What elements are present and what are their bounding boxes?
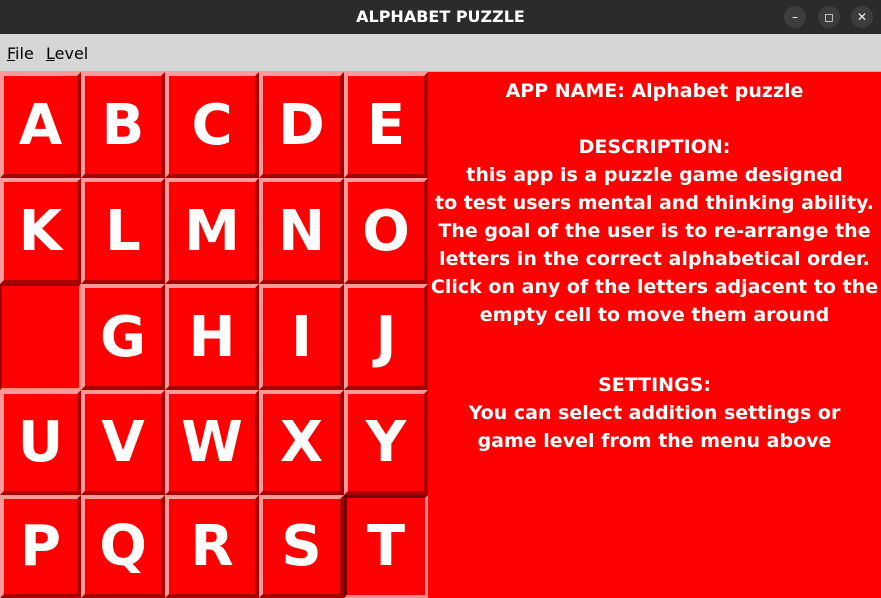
settings-line: You can select addition settings or [468,402,841,424]
tile-h[interactable]: H [165,284,259,390]
tile-l[interactable]: L [81,178,165,284]
tile-p[interactable]: P [0,495,81,598]
menu-level-label: evel [54,44,89,63]
app-name-text: APP NAME: Alphabet puzzle [505,80,804,102]
menu-file-label: ile [15,44,34,63]
settings-heading: SETTINGS: [598,374,711,396]
tile-a[interactable]: A [0,72,81,178]
tile-k[interactable]: K [0,178,81,284]
description-line: Click on any of the letters adjacent to … [430,276,879,298]
tile-s[interactable]: S [259,495,344,598]
description-line: letters in the correct alphabetical orde… [439,248,870,270]
tile-n[interactable]: N [259,178,344,284]
tile-y[interactable]: Y [344,390,428,495]
tile-x[interactable]: X [259,390,344,495]
description-line: empty cell to move them around [479,304,830,326]
minimize-button[interactable]: – [784,6,806,28]
menu-file[interactable]: File [7,34,34,72]
description-line: The goal of the user is to re-arrange th… [438,220,871,242]
tile-u[interactable]: U [0,390,81,495]
tile-e[interactable]: E [344,72,428,178]
description-line: to test users mental and thinking abilit… [435,192,874,214]
description-line: this app is a puzzle game designed [466,164,843,186]
tile-i[interactable]: I [259,284,344,390]
tile-q[interactable]: Q [81,495,165,598]
menu-level[interactable]: Level [46,34,88,72]
info-panel: APP NAME: Alphabet puzzle DESCRIPTION: t… [428,72,881,598]
menu-file-mnemonic: F [7,44,16,63]
tile-t[interactable]: T [344,495,428,598]
close-button[interactable]: ✕ [851,6,873,28]
tile-g[interactable]: G [81,284,165,390]
tile-j[interactable]: J [344,284,428,390]
tile-v[interactable]: V [81,390,165,495]
tile-c[interactable]: C [165,72,259,178]
tile-o[interactable]: O [344,178,428,284]
description-heading: DESCRIPTION: [578,136,731,158]
menu-level-mnemonic: L [46,44,55,63]
window-title: ALPHABET PUZZLE [356,7,525,26]
tile-d[interactable]: D [259,72,344,178]
maximize-button[interactable]: ◻ [818,6,840,28]
title-bar: ALPHABET PUZZLE – ◻ ✕ [0,0,881,34]
tile-m[interactable]: M [165,178,259,284]
tile-w[interactable]: W [165,390,259,495]
tile-b[interactable]: B [81,72,165,178]
settings-line: game level from the menu above [477,430,832,452]
empty-cell[interactable] [0,284,81,390]
menu-bar: File Level [0,34,881,72]
tile-r[interactable]: R [165,495,259,598]
puzzle-board: ABCDE KLMNO GHIJ UVWXY PQRST [0,72,428,598]
